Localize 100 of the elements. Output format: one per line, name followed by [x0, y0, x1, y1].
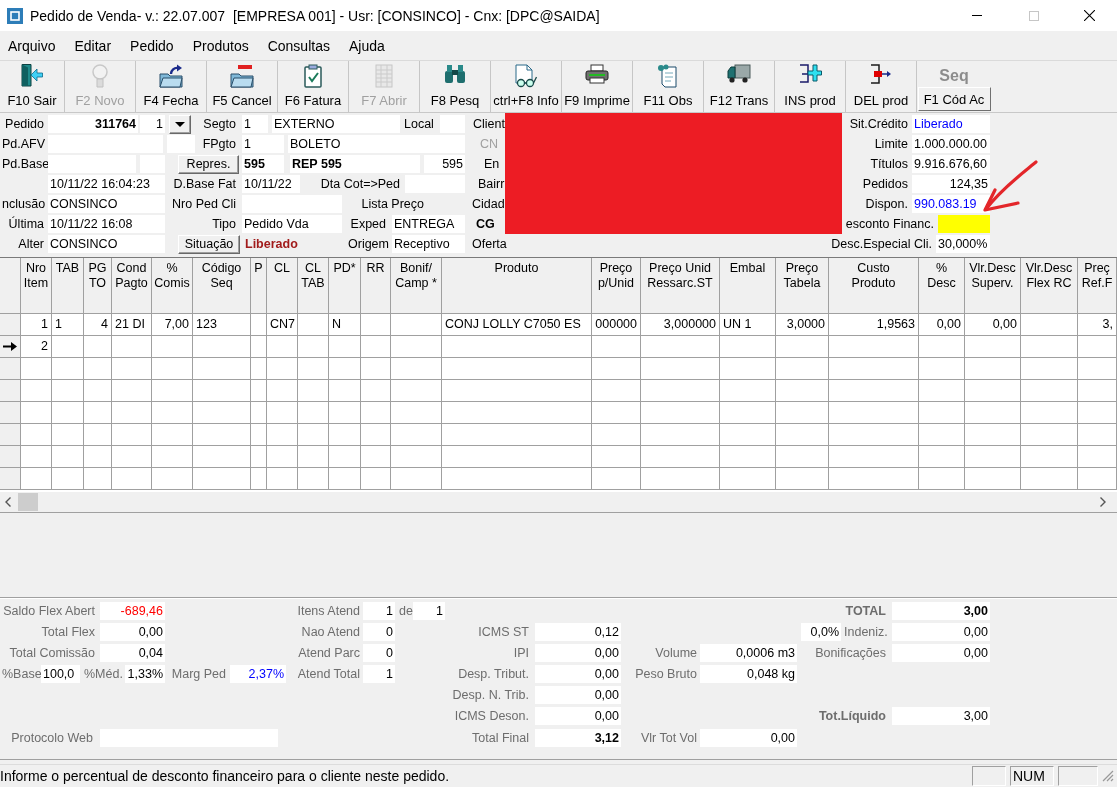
column-header[interactable]: RR — [361, 258, 391, 314]
input-field[interactable] — [938, 215, 990, 233]
status-message: Informe o percentual de desconto financeiro para o cliente neste pedido. — [0, 768, 450, 784]
field-label: esconto Financ. — [844, 216, 935, 233]
table-cell — [1021, 336, 1078, 358]
value-field: 100,0 — [41, 664, 80, 683]
table-cell — [1078, 402, 1117, 424]
table-cell — [267, 402, 298, 424]
field-label: Pedidos — [861, 176, 909, 193]
table-cell — [776, 446, 829, 468]
column-header[interactable]: CL — [267, 258, 298, 314]
input-field[interactable]: 990.083.19 — [912, 195, 990, 213]
input-field[interactable]: EXTERNO — [272, 115, 400, 133]
column-header[interactable]: Produto — [442, 258, 592, 314]
input-field[interactable]: 10/11/22 16:04:23 — [48, 175, 165, 193]
table-cell — [391, 380, 442, 402]
menu-item[interactable]: Consultas — [267, 37, 330, 54]
dropdown-button[interactable] — [169, 114, 191, 134]
table-cell — [112, 336, 152, 358]
input-field[interactable]: 124,35 — [912, 175, 990, 193]
menu-item[interactable]: Arquivo — [8, 37, 56, 54]
column-header[interactable]: % Comis — [152, 258, 193, 314]
field-label: Local — [403, 116, 435, 133]
column-header[interactable]: Nro Item — [21, 258, 52, 314]
remove-arrow-icon — [870, 64, 892, 84]
column-header[interactable]: Vlr.Desc Superv. — [965, 258, 1021, 314]
input-field[interactable]: 10/11/22 16:08 — [48, 215, 165, 233]
toolbar-button[interactable]: ctrl+F8 Info — [491, 61, 562, 112]
field-label: Alter — [17, 236, 45, 253]
table-cell — [298, 380, 329, 402]
column-header[interactable]: Bonif/ Camp * — [391, 258, 442, 314]
value-field: 0,00 — [892, 622, 990, 641]
column-header[interactable]: Embal — [720, 258, 776, 314]
table-cell — [776, 424, 829, 446]
table-cell — [84, 402, 112, 424]
column-header[interactable]: PG TO — [84, 258, 112, 314]
input-field[interactable]: 1 — [242, 135, 284, 153]
input-field[interactable] — [167, 135, 195, 153]
table-cell — [965, 380, 1021, 402]
value-field: 0,0% — [801, 622, 841, 641]
column-header[interactable]: Código Seq — [193, 258, 251, 314]
field-label: Desp. N. Trib. — [451, 686, 530, 704]
toolbar-button[interactable]: F9 Imprime — [562, 61, 633, 112]
column-header[interactable]: % Desc — [919, 258, 965, 314]
column-header[interactable]: Preço p/Unid — [592, 258, 641, 314]
table-cell: 000000 — [592, 314, 641, 336]
form-button[interactable]: Situação — [178, 234, 240, 254]
input-field[interactable]: 595 — [242, 155, 284, 173]
table-cell — [52, 380, 84, 402]
column-header[interactable]: Vlr.Desc Flex RC — [1021, 258, 1078, 314]
field-label: Cidad — [471, 196, 505, 213]
column-header[interactable]: Cond Pagto — [112, 258, 152, 314]
column-header[interactable]: PD* — [329, 258, 361, 314]
column-header[interactable]: Preço Tabela — [776, 258, 829, 314]
input-field[interactable]: 10/11/22 — [242, 175, 300, 193]
input-field[interactable]: Liberado — [912, 115, 990, 133]
input-field[interactable]: 1.000.000.00 — [912, 135, 990, 153]
input-field[interactable]: ENTREGA — [392, 215, 465, 233]
input-field[interactable]: CONSINCO — [48, 235, 165, 253]
table-cell — [1078, 446, 1117, 468]
table-cell — [1021, 358, 1078, 380]
row-header[interactable] — [0, 336, 21, 358]
input-field[interactable]: Pedido Vda — [242, 215, 342, 233]
input-field[interactable]: 1 — [140, 115, 165, 133]
table-cell — [1078, 424, 1117, 446]
input-field[interactable]: 595 — [424, 155, 465, 173]
input-field[interactable]: 311764 — [48, 115, 138, 133]
input-field[interactable]: 30,000% — [936, 235, 990, 253]
input-field[interactable]: Receptivo — [392, 235, 465, 253]
chevron-left-icon — [5, 497, 11, 507]
menu-item[interactable]: Editar — [74, 37, 112, 54]
input-field[interactable]: 9.916.676,60 — [912, 155, 990, 173]
menu-item[interactable]: Pedido — [130, 37, 174, 54]
input-field[interactable]: BOLETO — [288, 135, 465, 153]
table-cell — [193, 402, 251, 424]
column-header[interactable]: Preço Unid Ressarc.ST — [641, 258, 720, 314]
table-cell — [1078, 358, 1117, 380]
column-header[interactable]: P — [251, 258, 267, 314]
table-cell — [391, 314, 442, 336]
value-field: 1 — [363, 601, 395, 620]
field-label: ICMS Deson. — [453, 707, 530, 725]
menu-item[interactable]: Produtos — [192, 37, 249, 54]
column-header[interactable]: TAB — [52, 258, 84, 314]
field-label: Vlr Tot Vol — [639, 729, 698, 747]
field-label: Tipo — [211, 216, 237, 233]
column-header[interactable]: CL TAB — [298, 258, 329, 314]
table-cell — [1021, 380, 1078, 402]
column-header[interactable]: Custo Produto — [829, 258, 919, 314]
lightbulb-icon — [92, 64, 108, 88]
horizontal-scrollbar[interactable] — [0, 492, 1117, 512]
form-button[interactable]: Repres. — [178, 154, 239, 174]
menu-item[interactable]: Ajuda — [348, 37, 385, 54]
input-field[interactable]: 1 — [242, 115, 268, 133]
field-label: Bairr — [477, 176, 505, 193]
input-field[interactable]: REP 595 — [290, 155, 420, 173]
field-label: Indeniz. — [843, 623, 889, 641]
column-header[interactable]: Preç Ref.F — [1078, 258, 1117, 314]
toolbar-button[interactable]: F1 Cód Ac — [917, 87, 991, 111]
scroll-thumb[interactable] — [18, 493, 38, 511]
input-field[interactable]: CONSINCO — [48, 195, 165, 213]
